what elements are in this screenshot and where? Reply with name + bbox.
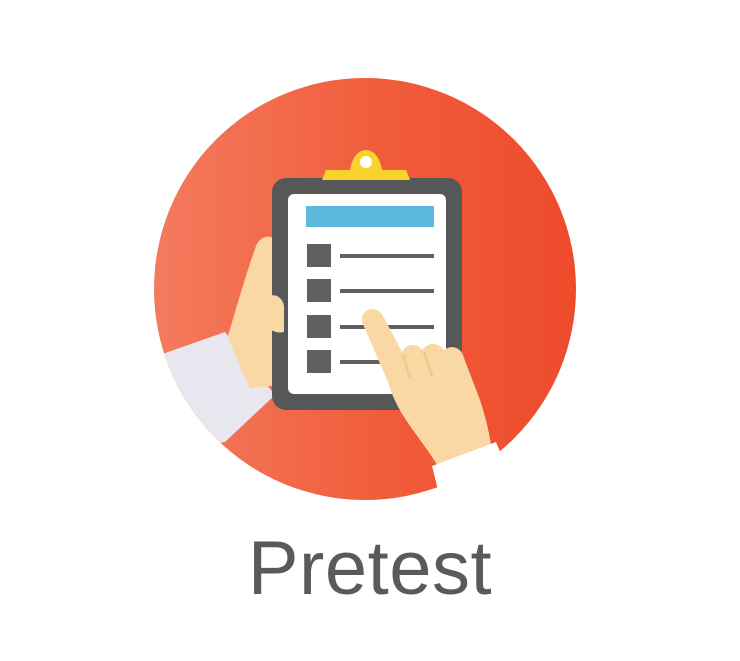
pretest-icon[interactable] <box>0 0 740 530</box>
list-line-2 <box>340 289 434 293</box>
paper-header-bar <box>306 206 434 227</box>
clip-hole <box>360 156 372 168</box>
list-line-1 <box>340 254 434 258</box>
checkbox-1 <box>307 244 331 267</box>
checkbox-3 <box>307 315 331 338</box>
pretest-label[interactable]: Pretest <box>0 524 740 614</box>
checkbox-4 <box>307 350 331 373</box>
checkbox-2 <box>307 279 331 302</box>
